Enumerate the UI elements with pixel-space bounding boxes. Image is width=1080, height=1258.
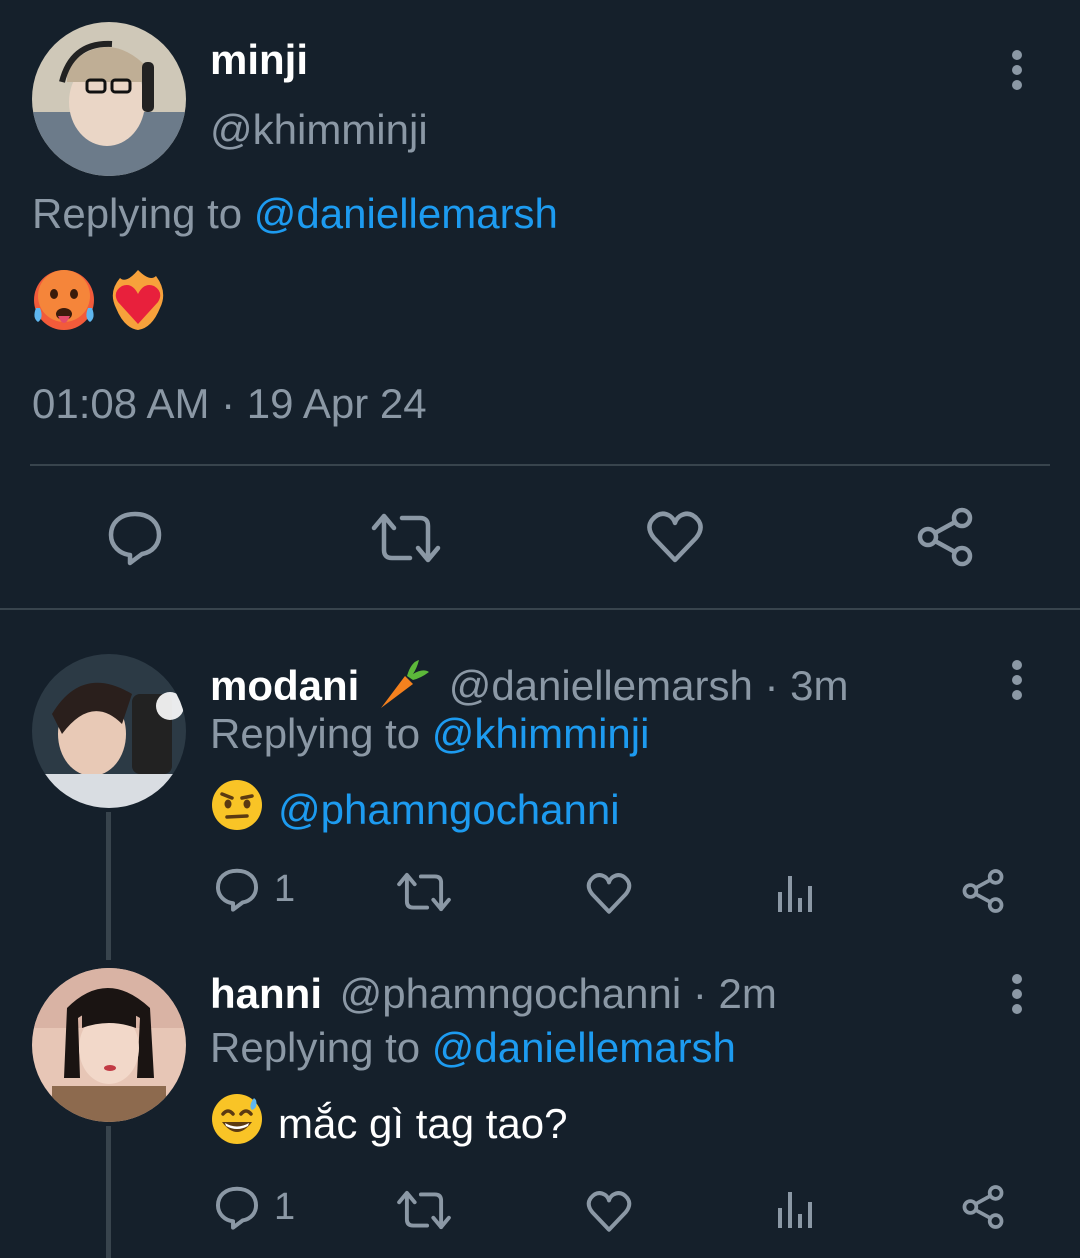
more-options-icon[interactable] xyxy=(1000,972,1034,1025)
raised-eyebrow-emoji xyxy=(210,778,264,842)
heart-icon xyxy=(647,511,703,563)
replying-prefix: Replying to xyxy=(210,710,421,757)
replying-prefix: Replying to xyxy=(32,190,243,237)
display-name[interactable]: minji xyxy=(210,36,308,84)
share-icon xyxy=(917,507,973,567)
retweet-icon xyxy=(397,872,451,912)
avatar[interactable] xyxy=(32,654,186,808)
retweet-button[interactable] xyxy=(370,510,442,571)
share-button[interactable] xyxy=(960,868,1006,919)
thread-line xyxy=(106,812,111,960)
reply-button[interactable]: 1 xyxy=(214,1184,295,1230)
replying-to-link[interactable]: @daniellemarsh xyxy=(432,1024,736,1071)
heart-icon xyxy=(586,1191,632,1232)
display-name[interactable]: hanni xyxy=(210,970,322,1017)
tweet-body: mắc gì tag tao? xyxy=(210,1092,568,1156)
tweet-body: @phamngochanni xyxy=(210,778,620,842)
heart-on-fire-emoji xyxy=(104,266,172,339)
like-button[interactable] xyxy=(586,872,632,920)
avatar[interactable] xyxy=(32,22,186,176)
share-icon xyxy=(962,869,1004,913)
grinning-sweat-emoji xyxy=(210,1092,264,1156)
display-name[interactable]: modani xyxy=(210,662,359,709)
replying-prefix: Replying to xyxy=(210,1024,421,1071)
avatar[interactable] xyxy=(32,968,186,1122)
retweet-icon xyxy=(397,1190,451,1230)
reply-count: 1 xyxy=(274,1185,296,1228)
reply-count: 1 xyxy=(274,867,296,910)
mention-link[interactable]: @phamngochanni xyxy=(278,786,620,834)
reply-icon xyxy=(215,868,259,912)
replying-to: Replying to @daniellemarsh xyxy=(210,1024,736,1072)
share-button[interactable] xyxy=(960,1184,1006,1235)
divider xyxy=(30,464,1050,466)
handle-time[interactable]: @phamngochanni · 2m xyxy=(340,970,777,1017)
share-button[interactable] xyxy=(914,506,976,573)
retweet-icon xyxy=(371,513,441,563)
reply-button[interactable]: 1 xyxy=(214,866,295,912)
reply-header: hanni @phamngochanni · 2m xyxy=(210,970,777,1018)
retweet-button[interactable] xyxy=(396,1188,452,1237)
handle-time[interactable]: @daniellemarsh · 3m xyxy=(449,662,849,709)
share-icon xyxy=(962,1185,1004,1229)
reply-icon xyxy=(215,1186,259,1230)
reply-button[interactable] xyxy=(106,508,164,571)
replying-to-link[interactable]: @khimminji xyxy=(432,710,650,757)
replying-to-link[interactable]: @daniellemarsh xyxy=(254,190,558,237)
analytics-icon xyxy=(778,1192,812,1228)
heart-icon xyxy=(586,873,632,914)
more-options-icon[interactable] xyxy=(1000,658,1034,711)
analytics-icon xyxy=(778,876,812,912)
section-divider xyxy=(0,608,1080,610)
views-button[interactable] xyxy=(776,872,816,919)
more-options-icon[interactable] xyxy=(1000,48,1034,101)
views-button[interactable] xyxy=(776,1188,816,1235)
thread-line xyxy=(106,1126,111,1258)
handle[interactable]: @khimminji xyxy=(210,106,428,154)
like-button[interactable] xyxy=(586,1190,632,1238)
tweet-body xyxy=(30,266,172,339)
reply-icon xyxy=(108,511,162,566)
timestamp: 01:08 AM · 19 Apr 24 xyxy=(32,380,427,427)
hot-face-emoji xyxy=(30,266,98,339)
like-button[interactable] xyxy=(646,510,704,569)
tweet-text: mắc gì tag tao? xyxy=(278,1100,568,1147)
retweet-button[interactable] xyxy=(396,870,452,919)
replying-to: Replying to @daniellemarsh xyxy=(32,190,558,238)
replying-to: Replying to @khimminji xyxy=(210,710,649,758)
